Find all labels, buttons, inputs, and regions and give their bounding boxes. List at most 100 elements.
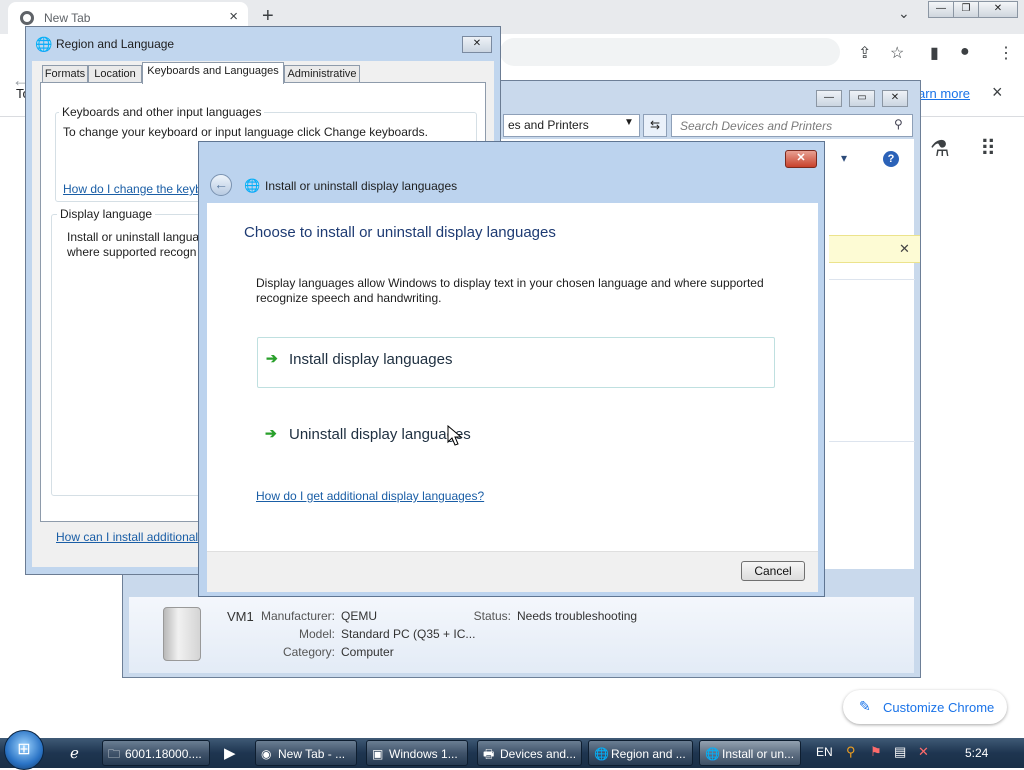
- mouse-cursor-icon: [447, 425, 463, 446]
- back-button[interactable]: ←: [210, 174, 232, 196]
- dialog-title: Install or uninstall display languages: [265, 179, 458, 193]
- notification-bar: ✕: [829, 235, 920, 263]
- region-close-button[interactable]: ✕: [462, 36, 492, 53]
- devices-close-button[interactable]: ✕: [882, 90, 908, 107]
- new-tab-button[interactable]: +: [262, 5, 274, 28]
- keyboards-group-label: Keyboards and other input languages: [59, 105, 265, 119]
- address-text: es and Printers: [508, 118, 589, 132]
- globe-icon: 🌐: [35, 36, 53, 52]
- address-dropdown-icon[interactable]: ▼: [624, 117, 634, 128]
- taskbar-item-6001[interactable]: 🗀 6001.18000....: [102, 740, 210, 766]
- taskbar-item-label: Windows 1...: [389, 747, 458, 761]
- help-icon[interactable]: ?: [883, 151, 899, 167]
- taskbar-item-label: New Tab - ...: [278, 747, 346, 761]
- chrome-icon: [20, 11, 34, 25]
- tab-search-chevron-icon[interactable]: ⌄: [898, 5, 910, 22]
- install-display-languages-dialog: ✕ ← 🌐 Install or uninstall display langu…: [198, 141, 825, 597]
- tab-keyboards-and-languages[interactable]: Keyboards and Languages: [142, 62, 284, 84]
- pencil-icon: ✎: [859, 698, 871, 714]
- taskbar-item-windows[interactable]: ▣ Windows 1...: [366, 740, 468, 766]
- chrome-close-button[interactable]: ✕: [978, 1, 1018, 18]
- network-icon[interactable]: ▤: [894, 744, 906, 760]
- cancel-button[interactable]: Cancel: [741, 561, 805, 581]
- model-label: Model:: [298, 627, 335, 641]
- devices-minimize-button[interactable]: —: [816, 90, 842, 107]
- change-keyboard-help-link[interactable]: How do I change the keyb: [63, 182, 202, 196]
- manufacturer-value: QEMU: [341, 609, 377, 623]
- uninstall-option-label: Uninstall display languages: [289, 426, 471, 443]
- refresh-icon[interactable]: ⇆: [643, 114, 667, 137]
- divider: [829, 279, 915, 280]
- customize-chrome-button[interactable]: ✎ Customize Chrome: [843, 690, 1007, 724]
- dialog-close-button[interactable]: ✕: [785, 150, 817, 168]
- taskbar-item-install[interactable]: 🌐 Install or un...: [699, 740, 801, 766]
- chrome-icon: ◉: [261, 747, 272, 761]
- action-center-icon[interactable]: ⚑: [870, 744, 882, 760]
- search-icon: ⚲: [894, 117, 903, 131]
- status-value: Needs troubleshooting: [517, 609, 638, 623]
- install-option-label: Install display languages: [289, 351, 453, 368]
- taskbar-item-devices[interactable]: 🖶 Devices and...: [477, 740, 582, 766]
- status-label: Status:: [473, 609, 511, 623]
- notification-close-icon[interactable]: ✕: [899, 241, 910, 257]
- install-additional-keyboards-link[interactable]: How can I install additional: [56, 530, 198, 544]
- green-arrow-icon: ➔: [266, 350, 278, 366]
- devices-icon: 🖶: [483, 747, 495, 761]
- taskbar-item-label: 6001.18000....: [125, 747, 202, 761]
- window-title: Region and Language: [56, 37, 175, 51]
- dialog-heading: Choose to install or uninstall display l…: [244, 224, 556, 241]
- divider: [829, 441, 915, 442]
- dialog-content: Choose to install or uninstall display l…: [207, 203, 818, 551]
- search-tray-icon[interactable]: ⚲: [846, 744, 856, 760]
- dialog-footer: Cancel: [207, 551, 818, 592]
- taskbar-item-region[interactable]: 🌐 Region and ...: [588, 740, 693, 766]
- folder-icon: 🗀: [108, 747, 121, 761]
- learn-more-link[interactable]: arn more: [918, 86, 970, 101]
- volume-muted-icon[interactable]: ✕: [918, 744, 929, 760]
- model-value: Standard PC (Q35 + IC...: [341, 627, 476, 641]
- taskbar-item-label: Devices and...: [500, 747, 577, 761]
- internet-explorer-icon[interactable]: ℯ: [70, 744, 79, 762]
- address-bar[interactable]: [500, 38, 840, 66]
- device-details-pane: VM1 Manufacturer: QEMU Model: Standard P…: [129, 597, 914, 673]
- devices-maximize-button[interactable]: ▭: [849, 90, 875, 107]
- category-value: Computer: [341, 645, 394, 659]
- display-language-text-1: Install or uninstall langua: [67, 230, 200, 244]
- apps-grid-icon[interactable]: ⠿: [980, 136, 996, 162]
- side-panel-icon[interactable]: ▮: [930, 43, 939, 63]
- info-bar-close-icon[interactable]: ×: [992, 82, 1003, 103]
- manufacturer-label: Manufacturer:: [260, 609, 335, 623]
- category-label: Category:: [282, 645, 335, 659]
- bookmark-star-icon[interactable]: ☆: [890, 43, 904, 63]
- chrome-restore-button[interactable]: ❐: [953, 1, 979, 18]
- taskbar-item-label: Install or un...: [722, 747, 795, 761]
- search-placeholder: Search Devices and Printers: [680, 119, 833, 133]
- taskbar-item-label: Region and ...: [611, 747, 686, 761]
- globe-icon: 🌐: [594, 747, 609, 761]
- share-icon[interactable]: ⇪: [858, 43, 871, 63]
- devices-search-input[interactable]: Search Devices and Printers ⚲: [671, 114, 913, 137]
- globe-icon: 🌐: [705, 747, 720, 761]
- labs-flask-icon[interactable]: ⚗: [930, 136, 950, 162]
- install-display-languages-option[interactable]: ➔ Install display languages: [257, 337, 775, 388]
- view-options-dropdown-icon[interactable]: ▾: [841, 151, 847, 165]
- display-language-label: Display language: [57, 207, 156, 221]
- tab-close-icon[interactable]: ×: [229, 8, 238, 25]
- input-language-indicator[interactable]: EN: [816, 745, 833, 759]
- profile-avatar-icon[interactable]: ●: [960, 43, 970, 61]
- windows-taskbar: ⊞ ℯ 🗀 6001.18000.... ▶ ◉ New Tab - ... ▣ Wi…: [0, 730, 1024, 770]
- start-button[interactable]: ⊞: [4, 730, 44, 770]
- taskbar-item-new-tab[interactable]: ◉ New Tab - ...: [255, 740, 357, 766]
- customize-chrome-label: Customize Chrome: [883, 700, 995, 715]
- chrome-menu-icon[interactable]: ⋮: [998, 43, 1014, 63]
- windows-icon: ▣: [372, 747, 384, 761]
- dialog-description: Display languages allow Windows to displ…: [256, 276, 764, 305]
- uninstall-display-languages-option[interactable]: ➔ Uninstall display languages: [257, 413, 775, 459]
- tab-title: New Tab: [44, 11, 91, 25]
- address-breadcrumb[interactable]: es and Printers ▼: [503, 114, 640, 137]
- keyboards-description: To change your keyboard or input languag…: [63, 125, 428, 139]
- media-player-icon[interactable]: ▶: [224, 744, 236, 762]
- chrome-minimize-button[interactable]: —: [928, 1, 954, 18]
- additional-languages-help-link[interactable]: How do I get additional display language…: [256, 489, 484, 503]
- clock[interactable]: 5:24: [965, 746, 988, 760]
